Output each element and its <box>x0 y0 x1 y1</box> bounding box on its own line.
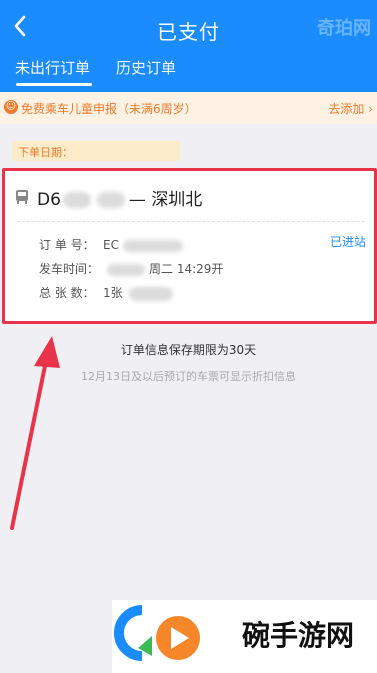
order-number-label: 订 单 号： <box>39 238 95 252</box>
order-number-value: EC <box>103 238 119 252</box>
footer-watermark-logo: 碗手游网 <box>112 600 377 673</box>
destination-station: 深圳北 <box>151 190 203 210</box>
ticket-count-value: 1张 <box>103 286 123 300</box>
departure-time-label: 发车时间： <box>39 262 100 276</box>
redacted-text <box>128 286 173 301</box>
child-declaration-notice[interactable]: ☺ 免费乘车儿童申报（未满6周岁） 去添加 › <box>0 92 377 124</box>
discount-notice: 12月13日及以后预订的车票可显示折扣信息 <box>81 370 296 383</box>
tab-pending-orders[interactable]: 未出行订单 <box>15 57 90 78</box>
route-separator: — <box>128 190 146 210</box>
tab-history-orders[interactable]: 历史订单 <box>116 57 176 78</box>
smiley-icon: ☺ <box>4 100 18 114</box>
redacted-text <box>107 263 145 276</box>
ticket-count-label: 总 张 数： <box>39 286 95 300</box>
departure-time-value: 周二 14:29开 <box>149 262 224 276</box>
order-date-chip: 下单日期： <box>12 141 180 161</box>
tab-active-indicator <box>16 83 92 86</box>
departure-time-row: 发车时间： 周二 14:29开 <box>39 260 223 277</box>
order-status-badge: 已进站 <box>329 235 366 249</box>
train-number: D6 <box>37 190 61 210</box>
retention-notice: 订单信息保存期限为30天 <box>120 343 257 357</box>
notice-text: 免费乘车儿童申报（未满6周岁） <box>21 102 197 116</box>
order-card[interactable]: D6 — 深圳北 已进站 订 单 号： EC 发车时间： 周二 14:29开 总 张 … <box>2 168 377 324</box>
redacted-text <box>96 192 125 208</box>
train-icon <box>16 190 28 204</box>
redacted-text <box>122 239 183 252</box>
redacted-text <box>62 192 91 208</box>
ticket-count-row: 总 张 数： 1张 <box>39 284 173 301</box>
card-divider <box>17 221 365 222</box>
watermark: 奇珀网 <box>317 18 371 39</box>
order-date-label: 下单日期： <box>18 146 73 159</box>
train-route: D6 — 深圳北 <box>37 185 202 210</box>
play-logo-icon <box>114 605 200 661</box>
brand-name: 碗手游网 <box>242 619 355 652</box>
add-child-link[interactable]: 去添加 › <box>328 100 373 117</box>
order-number-row: 订 单 号： EC <box>39 236 183 253</box>
header-bar: 已支付 奇珀网 未出行订单 历史订单 <box>0 0 377 92</box>
